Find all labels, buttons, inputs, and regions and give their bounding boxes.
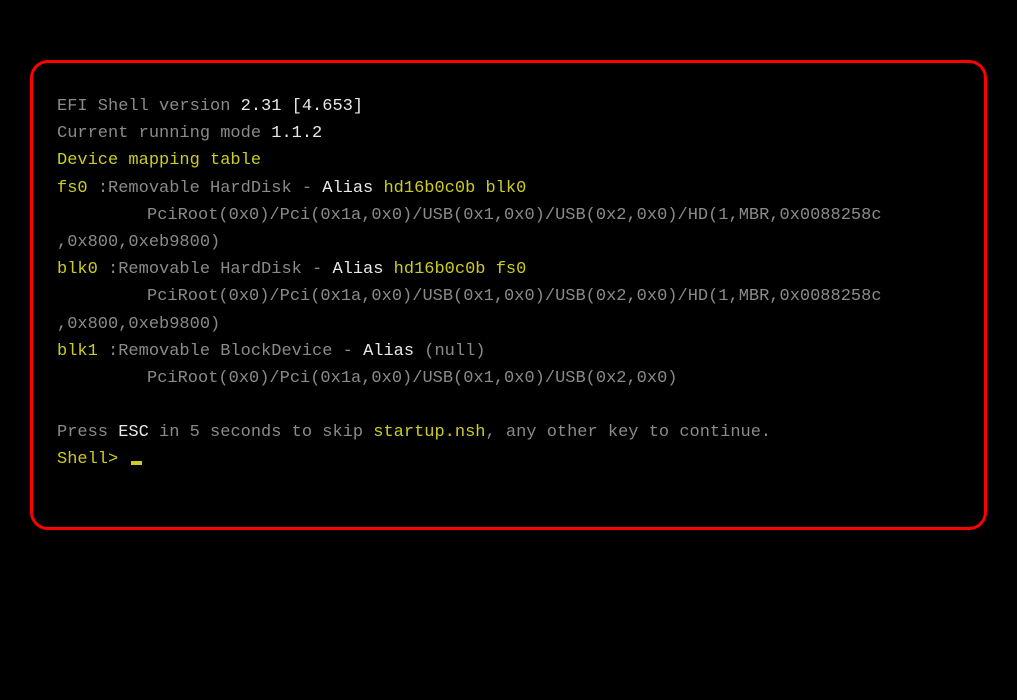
device-name-blk1: blk1 bbox=[57, 342, 98, 361]
running-mode-prefix: Current running mode bbox=[57, 124, 271, 143]
device-name-fs0: fs0 bbox=[57, 179, 98, 198]
device-path-fs0: PciRoot(0x0)/Pci(0x1a,0x0)/USB(0x1,0x0)/… bbox=[57, 202, 960, 229]
running-mode-version: 1.1.2 bbox=[271, 124, 322, 143]
esc-key: ESC bbox=[118, 423, 149, 442]
device-type: :Removable HardDisk - bbox=[98, 179, 322, 198]
alias-label: Alias bbox=[322, 179, 383, 198]
alias-label: Alias bbox=[332, 260, 393, 279]
device-entry-blk1: blk1 :Removable BlockDevice - Alias (nul… bbox=[57, 338, 960, 365]
device-type: :Removable BlockDevice - bbox=[98, 342, 363, 361]
cursor-icon bbox=[131, 461, 142, 465]
device-path-cont-blk0: ,0x800,0xeb9800) bbox=[57, 311, 960, 338]
shell-title-prefix: EFI Shell version bbox=[57, 97, 241, 116]
device-path-blk0: PciRoot(0x0)/Pci(0x1a,0x0)/USB(0x1,0x0)/… bbox=[57, 283, 960, 310]
press-text: Press bbox=[57, 423, 118, 442]
device-name-blk0: blk0 bbox=[57, 260, 98, 279]
device-path-cont-fs0: ,0x800,0xeb9800) bbox=[57, 229, 960, 256]
skip-text-mid1: in 5 seconds to skip bbox=[149, 423, 373, 442]
alias-label: Alias bbox=[363, 342, 424, 361]
startup-nsh: startup.nsh bbox=[373, 423, 485, 442]
shell-input-line[interactable]: Shell> bbox=[57, 446, 960, 473]
device-entry-fs0: fs0 :Removable HardDisk - Alias hd16b0c0… bbox=[57, 175, 960, 202]
shell-version: 2.31 [4.653] bbox=[241, 97, 363, 116]
alias-value: hd16b0c0b fs0 bbox=[394, 260, 527, 279]
alias-null: (null) bbox=[424, 342, 485, 361]
shell-prompt: Shell> bbox=[57, 450, 128, 469]
device-type: :Removable HardDisk - bbox=[98, 260, 333, 279]
shell-version-line: EFI Shell version 2.31 [4.653] bbox=[57, 93, 960, 120]
skip-text-mid2: , any other key to continue. bbox=[485, 423, 771, 442]
terminal-frame: EFI Shell version 2.31 [4.653] Current r… bbox=[30, 60, 987, 530]
device-entry-blk0: blk0 :Removable HardDisk - Alias hd16b0c… bbox=[57, 256, 960, 283]
running-mode-line: Current running mode 1.1.2 bbox=[57, 120, 960, 147]
blank-line bbox=[57, 392, 960, 419]
startup-prompt-line: Press ESC in 5 seconds to skip startup.n… bbox=[57, 419, 960, 446]
device-path-blk1: PciRoot(0x0)/Pci(0x1a,0x0)/USB(0x1,0x0)/… bbox=[57, 365, 960, 392]
alias-value: hd16b0c0b blk0 bbox=[383, 179, 526, 198]
device-mapping-label: Device mapping table bbox=[57, 147, 960, 174]
